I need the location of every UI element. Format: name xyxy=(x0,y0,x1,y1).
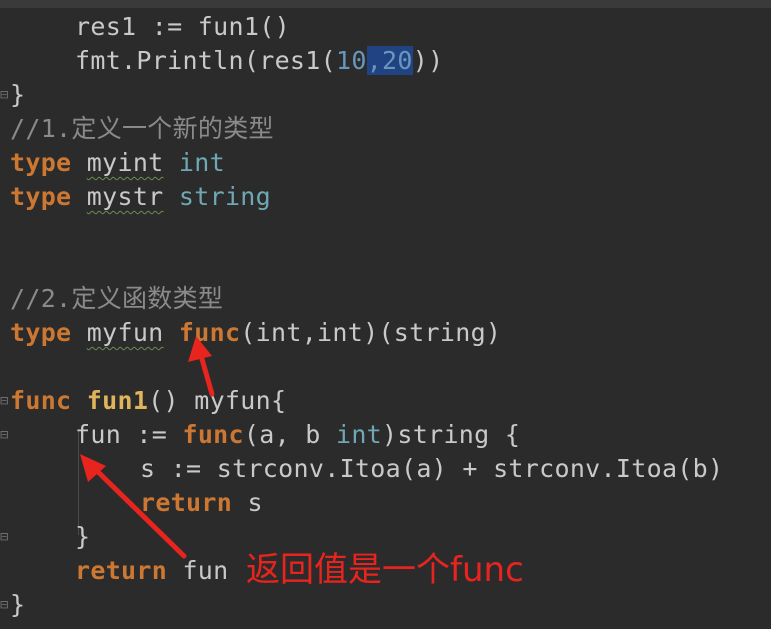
code-text: } xyxy=(75,522,91,551)
code-line[interactable]: ⊟ } xyxy=(0,78,771,112)
keyword: return xyxy=(140,488,233,517)
fold-marker-icon[interactable]: ⊟ xyxy=(0,520,10,554)
code-editor[interactable]: res1 := fun1() fmt.Println(res1(10,20)) … xyxy=(0,0,771,629)
code-line[interactable]: type mystr string xyxy=(0,180,771,214)
code-line[interactable]: //2.定义函数类型 xyxy=(0,282,771,316)
keyword: func xyxy=(178,318,241,347)
annotation-label: 返回值是一个func xyxy=(246,550,524,590)
code-line[interactable]: type myfun func(int,int)(string) xyxy=(0,316,771,350)
code-line[interactable]: ⊟ } xyxy=(0,588,771,622)
keyword: type xyxy=(10,318,72,347)
code-text: type mystr string xyxy=(10,180,271,214)
code-text: func fun1() myfun{ xyxy=(10,386,287,415)
code-text: type myint int xyxy=(10,146,225,180)
code-text: fun := func(a, b int)string { xyxy=(75,420,521,449)
fold-marker-icon[interactable]: ⊟ xyxy=(0,384,10,418)
code-text: } xyxy=(10,80,26,109)
keyword: func xyxy=(10,386,72,415)
function-name: fun1 xyxy=(86,386,149,415)
code-text: return fun xyxy=(75,556,229,585)
code-line[interactable]: fmt.Println(res1(10,20)) xyxy=(0,44,771,78)
code-line[interactable] xyxy=(0,350,771,384)
builtin-type: string xyxy=(178,182,271,211)
number-literal: 10 xyxy=(335,46,367,75)
fold-marker-icon[interactable]: ⊟ xyxy=(0,588,10,622)
code-line[interactable]: s := strconv.Itoa(a) + strconv.Itoa(b) xyxy=(0,452,771,486)
code-line[interactable]: type myint int xyxy=(0,146,771,180)
code-line[interactable]: res1 := fun1() xyxy=(0,10,771,44)
comment: //1.定义一个新的类型 xyxy=(10,114,274,143)
type-name: myint xyxy=(86,148,164,177)
code-line[interactable]: //1.定义一个新的类型 xyxy=(0,112,771,146)
fold-marker-icon[interactable]: ⊟ xyxy=(0,78,10,112)
code-text: res1 := fun1() xyxy=(75,12,290,41)
keyword: func xyxy=(182,420,244,449)
code-line[interactable]: ⊟ fun := func(a, b int)string { xyxy=(0,418,771,452)
selected-text: ,20 xyxy=(366,46,413,75)
code-text: fmt.Println(res1(10,20)) xyxy=(75,46,444,75)
editor-top-edge xyxy=(0,0,771,8)
code-text: return s xyxy=(140,488,263,517)
code-line[interactable]: ⊟ func fun1() myfun{ xyxy=(0,384,771,418)
builtin-type: int xyxy=(178,148,225,177)
keyword: type xyxy=(10,148,72,177)
code-line[interactable] xyxy=(0,214,771,248)
type-name: mystr xyxy=(86,182,164,211)
keyword: type xyxy=(10,182,72,211)
code-text: } xyxy=(10,590,26,619)
keyword: return xyxy=(75,556,168,585)
type-name: myfun xyxy=(86,318,164,347)
code-text: s := strconv.Itoa(a) + strconv.Itoa(b) xyxy=(140,454,724,483)
comment: //2.定义函数类型 xyxy=(10,284,224,313)
code-area[interactable]: res1 := fun1() fmt.Println(res1(10,20)) … xyxy=(0,10,771,622)
code-text: type myfun func(int,int)(string) xyxy=(10,318,502,347)
code-line[interactable] xyxy=(0,248,771,282)
builtin-type: int xyxy=(335,420,383,449)
code-line[interactable]: return s xyxy=(0,486,771,520)
fold-marker-icon[interactable]: ⊟ xyxy=(0,418,10,452)
